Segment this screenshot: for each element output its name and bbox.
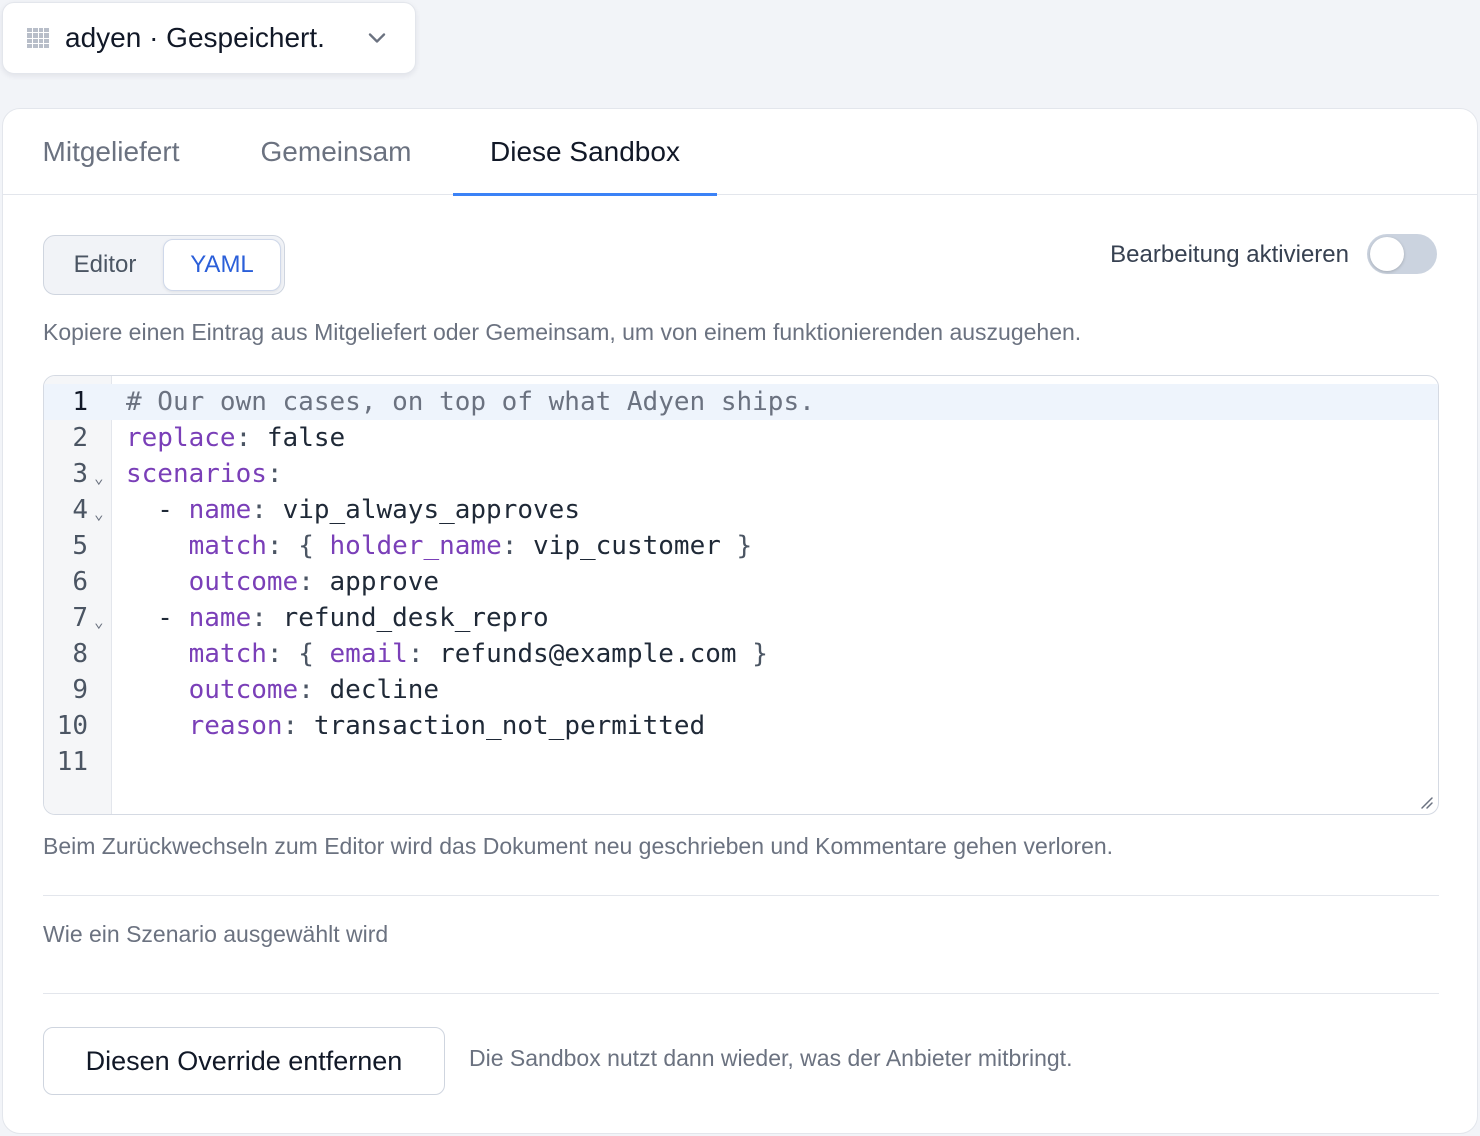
code-token: # Our own cases, on top of what Adyen sh… [126, 387, 815, 417]
copy-hint: Kopiere einen Eintrag aus Mitgeliefert o… [43, 319, 1082, 345]
code-text: reason: transaction_not_permitted [126, 708, 706, 744]
line-number: 9 [72, 675, 88, 705]
code-line: 6 outcome: approve [44, 564, 1438, 600]
code-text: outcome: decline [126, 672, 439, 708]
toggle-knob [1370, 237, 1404, 271]
code-token: : { [266, 531, 330, 561]
code-token: : [407, 639, 440, 669]
code-token: : [501, 531, 534, 561]
code-text: match: { email: refunds@example.com } [126, 636, 768, 672]
yaml-code-editor[interactable]: 1 # Our own cases, on top of what Adyen s… [43, 375, 1439, 815]
code-token: - [126, 603, 189, 633]
code-token: outcome [188, 567, 299, 597]
line-number: 7 [72, 603, 88, 633]
code-token: holder_name [329, 531, 502, 561]
code-token: name [188, 603, 252, 633]
code-token: vip_always_approves [282, 495, 580, 525]
line-number: 11 [56, 747, 88, 777]
code-token: : [266, 459, 283, 489]
code-text: scenarios: [126, 456, 283, 492]
tab-diese-sandbox[interactable]: Diese Sandbox [453, 109, 717, 196]
code-token: false [266, 423, 346, 453]
code-token: refunds@example.com [439, 639, 737, 669]
line-number: 10 [56, 711, 88, 741]
grid-icon [27, 28, 49, 48]
code-line: 1 # Our own cases, on top of what Adyen s… [44, 384, 1438, 420]
code-line: 4 ⌄ - name: vip_always_approves [44, 492, 1438, 528]
tab-mitgeliefert[interactable]: Mitgeliefert [3, 109, 219, 195]
code-token: name [188, 495, 252, 525]
code-token: } [736, 639, 768, 669]
yaml-mode-button[interactable]: YAML [163, 239, 281, 291]
code-line: 5 match: { holder_name: vip_customer } [44, 528, 1438, 564]
selection-section-title[interactable]: Wie ein Szenario ausgewählt wird [43, 921, 388, 948]
code-token: refund_desk_repro [282, 603, 549, 633]
line-number: 4 [72, 495, 88, 525]
code-text: # Our own cases, on top of what Adyen sh… [126, 384, 815, 420]
yaml-warning-note: Beim Zurückwechseln zum Editor wird das … [43, 833, 1114, 859]
code-line: 7 ⌄ - name: refund_desk_repro [44, 600, 1438, 636]
code-token: : [251, 603, 283, 633]
tab-gemeinsam[interactable]: Gemeinsam [219, 109, 453, 195]
code-token: match [188, 639, 267, 669]
code-text: outcome: approve [126, 564, 439, 600]
code-token: : [282, 711, 314, 741]
divider [43, 895, 1439, 896]
code-token: decline [329, 675, 440, 705]
fold-chevron-icon[interactable]: ⌄ [94, 496, 104, 532]
code-token: outcome [188, 675, 299, 705]
line-number: 6 [72, 567, 88, 597]
code-line: 8 match: { email: refunds@example.com } [44, 636, 1438, 672]
edit-toggle[interactable] [1367, 234, 1437, 274]
line-number: 5 [72, 531, 88, 561]
line-number: 8 [72, 639, 88, 669]
code-text: replace: false [126, 420, 345, 456]
code-token: : { [266, 639, 330, 669]
code-token: replace [126, 423, 236, 453]
code-token: vip_customer [533, 531, 721, 561]
editor-mode-button[interactable]: Editor [47, 239, 163, 291]
remove-override-note: Die Sandbox nutzt dann wieder, was der A… [469, 1045, 1073, 1071]
code-token: email [329, 639, 408, 669]
fold-chevron-icon[interactable]: ⌄ [94, 604, 104, 640]
code-token: : [298, 675, 330, 705]
code-token: reason [188, 711, 283, 741]
sandbox-picker-label: adyen · Gespeichert. [65, 22, 325, 53]
line-number: 1 [72, 387, 88, 417]
code-token: - [126, 495, 189, 525]
sandbox-picker[interactable]: adyen · Gespeichert. [2, 2, 416, 74]
tab-bar: Mitgeliefert Gemeinsam Diese Sandbox [3, 109, 1477, 196]
divider [43, 993, 1439, 994]
code-token: } [720, 531, 753, 561]
code-token: match [188, 531, 267, 561]
fold-chevron-icon[interactable]: ⌄ [94, 460, 104, 496]
code-line: 2 replace: false [44, 420, 1438, 456]
code-text: - name: refund_desk_repro [126, 600, 549, 636]
code-line: 10 reason: transaction_not_permitted [44, 708, 1438, 744]
code-line: 11 [44, 744, 1438, 780]
remove-override-button[interactable]: Diesen Override entfernen [43, 1027, 445, 1095]
code-text: - name: vip_always_approves [126, 492, 580, 528]
code-line: 9 outcome: decline [44, 672, 1438, 708]
code-line: 3 ⌄ scenarios: [44, 456, 1438, 492]
chevron-down-icon [368, 33, 386, 43]
resize-handle-icon[interactable] [1418, 794, 1434, 810]
mode-switch: Editor YAML [43, 235, 285, 295]
code-token: transaction_not_permitted [313, 711, 706, 741]
code-token: : [298, 567, 330, 597]
line-number: 3 [72, 459, 88, 489]
code-token: scenarios [126, 459, 267, 489]
code-token: : [251, 495, 283, 525]
edit-toggle-label: Bearbeitung aktivieren [1110, 241, 1349, 268]
override-card: Mitgeliefert Gemeinsam Diese Sandbox Edi… [2, 108, 1478, 1134]
code-text: match: { holder_name: vip_customer } [126, 528, 753, 564]
code-token: : [235, 423, 267, 453]
line-number: 2 [72, 423, 88, 453]
code-token: approve [329, 567, 440, 597]
